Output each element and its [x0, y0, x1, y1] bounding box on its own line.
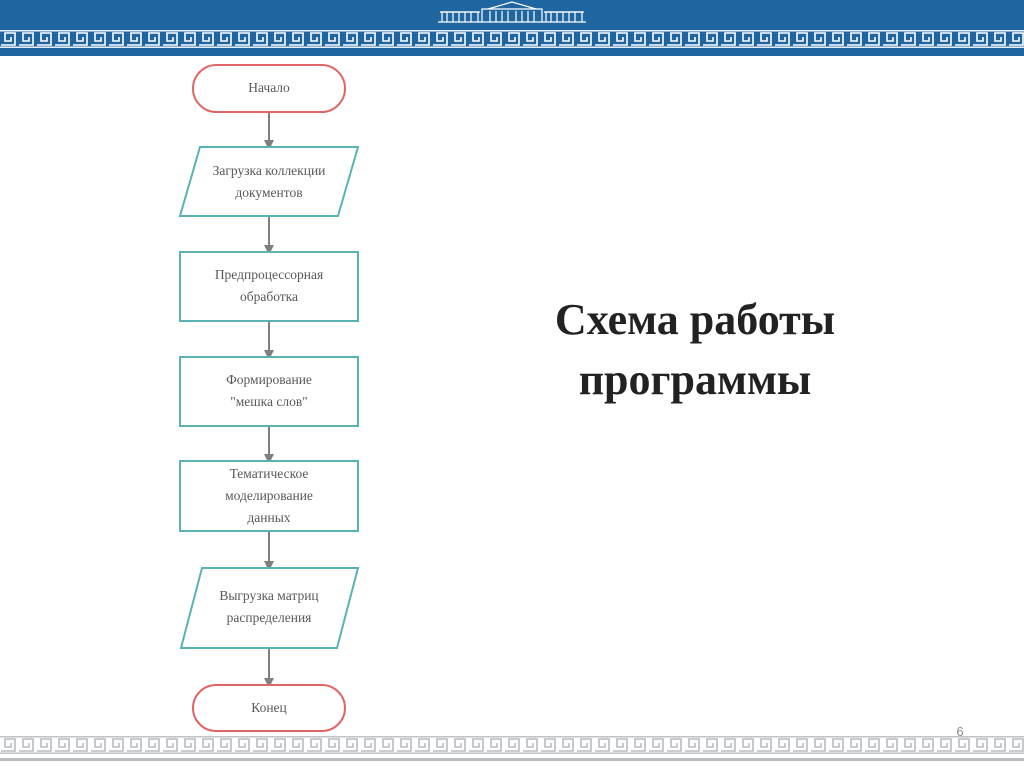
node-label: обработка — [240, 289, 298, 304]
node-label: моделирование — [225, 488, 313, 503]
node-label: Загрузка коллекции — [213, 163, 326, 178]
node-label: Выгрузка матриц — [219, 588, 318, 603]
flow-node-topic-modeling: Тематическое моделирование данных — [179, 460, 359, 532]
node-label: документов — [235, 185, 302, 200]
slide-title-line: программы — [578, 355, 812, 404]
flow-node-end: Конец — [192, 684, 346, 732]
flow-node-start: Начало — [192, 64, 346, 113]
node-label: Формирование — [226, 372, 312, 387]
process-shape — [179, 251, 359, 322]
slide-title-line: Схема работы — [554, 295, 836, 344]
flow-node-preprocessing: Предпроцессорная обработка — [179, 251, 359, 322]
node-label: Начало — [248, 80, 290, 95]
greek-key-ornament — [0, 736, 1024, 754]
node-label: Предпроцессорная — [215, 267, 323, 282]
process-shape — [179, 356, 359, 427]
node-label: распределения — [227, 610, 312, 625]
footer-line — [0, 758, 1024, 761]
output-shape — [179, 567, 360, 649]
node-label: "мешка слов" — [230, 394, 308, 409]
node-label: Конец — [251, 700, 287, 715]
slide-title: Схема работы программы — [500, 290, 890, 410]
node-label: данных — [247, 510, 290, 525]
flow-node-load-documents: Загрузка коллекции документов — [178, 146, 360, 217]
flow-node-bag-of-words: Формирование "мешка слов" — [179, 356, 359, 427]
input-shape — [178, 146, 360, 217]
node-label: Тематическое — [230, 466, 309, 481]
flow-node-export-matrices: Выгрузка матриц распределения — [179, 567, 360, 649]
